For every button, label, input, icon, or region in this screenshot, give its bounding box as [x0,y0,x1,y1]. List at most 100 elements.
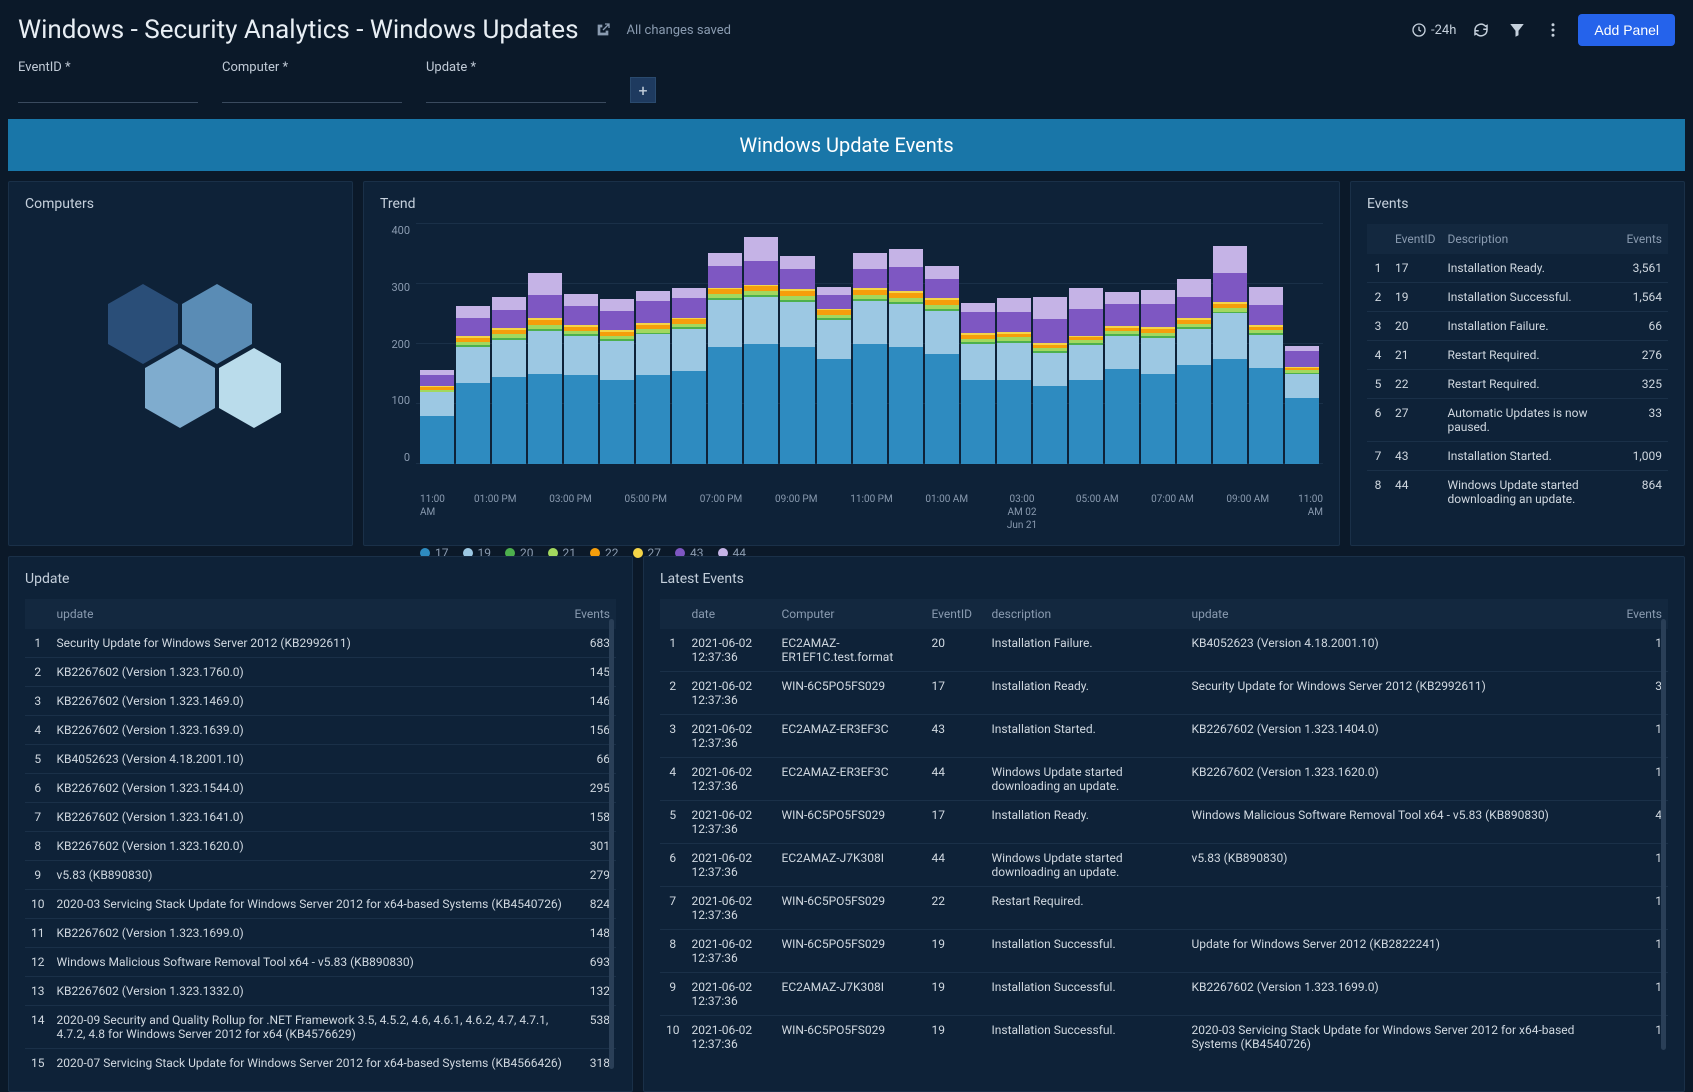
latest-events-table[interactable]: dateComputerEventIDdescriptionupdateEven… [660,599,1668,1058]
latest-events-panel: Latest Events dateComputerEventIDdescrip… [643,556,1685,1092]
scrollbar[interactable] [609,619,614,1069]
table-row[interactable]: 102021-06-02 12:37:36WIN-6C5PO5FS02919In… [660,1016,1668,1059]
chart-bar[interactable] [708,253,742,464]
computers-panel: Computers [8,181,353,546]
chart-bar[interactable] [1177,279,1211,464]
panel-title-latest: Latest Events [660,571,1668,587]
chart-bar[interactable] [780,256,814,464]
chart-bar[interactable] [672,288,706,464]
table-row[interactable]: 1Security Update for Windows Server 2012… [25,629,616,658]
chart-bar[interactable] [528,273,562,464]
add-filter-button[interactable]: + [630,77,656,103]
update-table[interactable]: updateEvents1Security Update for Windows… [25,599,616,1077]
x-axis-label: 01:00 PM [458,493,533,532]
table-row[interactable]: 627Automatic Updates is now paused.33 [1367,399,1668,442]
time-range-selector[interactable]: -24h [1411,22,1456,38]
table-row[interactable]: 844Windows Update started downloading an… [1367,471,1668,514]
filter-update-label: Update * [426,60,606,75]
refresh-icon[interactable] [1470,19,1492,41]
chart-bar[interactable] [1249,287,1283,464]
chart-bar[interactable] [997,298,1031,464]
x-axis-label: 11:00 AM [420,493,458,532]
trend-chart[interactable]: 4003002001000 [380,224,1323,489]
table-row[interactable]: 743Installation Started.1,009 [1367,442,1668,471]
chart-bar[interactable] [456,306,490,464]
x-axis-label: 09:00 PM [759,493,834,532]
chart-bar[interactable] [564,294,598,464]
hexbin-chart[interactable] [25,224,336,484]
chart-bar[interactable] [1033,297,1067,464]
table-row[interactable]: 5KB4052623 (Version 4.18.2001.10)66 [25,745,616,774]
filter-eventid-input[interactable] [18,79,198,103]
trend-panel: Trend 4003002001000 11:00 AM01:00 PM03:0… [363,181,1340,546]
x-axis-label: 11:00 PM [834,493,909,532]
chart-bar[interactable] [744,237,778,464]
popout-icon[interactable] [591,18,615,42]
x-axis-label: 05:00 PM [608,493,683,532]
x-axis-label: 09:00 AM [1210,493,1285,532]
table-row[interactable]: 152020-07 Servicing Stack Update for Win… [25,1049,616,1078]
table-row[interactable]: 9v5.83 (KB890830)279 [25,861,616,890]
table-row[interactable]: 82021-06-02 12:37:36WIN-6C5PO5FS02919Ins… [660,930,1668,973]
filter-update-input[interactable] [426,79,606,103]
filter-computer-label: Computer * [222,60,402,75]
table-row[interactable]: 8KB2267602 (Version 1.323.1620.0)301 [25,832,616,861]
chart-bar[interactable] [492,297,526,464]
table-row[interactable]: 117Installation Ready.3,561 [1367,254,1668,283]
section-banner: Windows Update Events [8,119,1685,171]
add-panel-button[interactable]: Add Panel [1578,14,1675,46]
table-row[interactable]: 421Restart Required.276 [1367,341,1668,370]
chart-bar[interactable] [1285,346,1319,464]
events-summary-table[interactable]: EventIDDescriptionEvents117Installation … [1367,224,1668,513]
x-axis-label: 05:00 AM [1060,493,1135,532]
table-row[interactable]: 12021-06-02 12:37:36EC2AMAZ-ER1EF1C.test… [660,629,1668,672]
table-row[interactable]: 3KB2267602 (Version 1.323.1469.0)146 [25,687,616,716]
chart-bar[interactable] [1069,288,1103,464]
filter-icon[interactable] [1506,19,1528,41]
more-icon[interactable] [1542,19,1564,41]
x-axis-label: 01:00 AM [909,493,984,532]
panel-title-update: Update [25,571,616,587]
table-row[interactable]: 72021-06-02 12:37:36WIN-6C5PO5FS02922Res… [660,887,1668,930]
chart-bar[interactable] [961,303,995,464]
chart-bar[interactable] [636,291,670,464]
table-row[interactable]: 320Installation Failure.66 [1367,312,1668,341]
chart-bar[interactable] [853,253,887,464]
table-row[interactable]: 42021-06-02 12:37:36EC2AMAZ-ER3EF3C44Win… [660,758,1668,801]
table-row[interactable]: 219Installation Successful.1,564 [1367,283,1668,312]
table-row[interactable]: 12Windows Malicious Software Removal Too… [25,948,616,977]
panel-title-trend: Trend [380,196,1323,212]
table-row[interactable]: 102020-03 Servicing Stack Update for Win… [25,890,616,919]
x-axis-label: 03:00 PM [533,493,608,532]
scrollbar[interactable] [1661,619,1666,1050]
table-row[interactable]: 52021-06-02 12:37:36WIN-6C5PO5FS02917Ins… [660,801,1668,844]
filter-eventid-label: EventID * [18,60,198,75]
table-row[interactable]: 62021-06-02 12:37:36EC2AMAZ-J7K308I44Win… [660,844,1668,887]
table-row[interactable]: 22021-06-02 12:37:36WIN-6C5PO5FS02917Ins… [660,672,1668,715]
clock-icon [1411,22,1427,38]
chart-bar[interactable] [889,249,923,464]
table-row[interactable]: 522Restart Required.325 [1367,370,1668,399]
chart-bar[interactable] [1213,246,1247,464]
chart-bar[interactable] [1105,292,1139,464]
panel-title-computers: Computers [25,196,336,212]
table-row[interactable]: 6KB2267602 (Version 1.323.1544.0)295 [25,774,616,803]
filter-computer-input[interactable] [222,79,402,103]
chart-bar[interactable] [420,370,454,464]
table-row[interactable]: 92021-06-02 12:37:36EC2AMAZ-J7K308I19Ins… [660,973,1668,1016]
table-row[interactable]: 32021-06-02 12:37:36EC2AMAZ-ER3EF3C43Ins… [660,715,1668,758]
page-title: Windows - Security Analytics - Windows U… [18,15,579,45]
table-row[interactable]: 142020-09 Security and Quality Rollup fo… [25,1006,616,1049]
save-status: All changes saved [627,23,732,38]
legend-dot-icon [633,548,643,558]
table-row[interactable]: 13KB2267602 (Version 1.323.1332.0)132 [25,977,616,1006]
table-row[interactable]: 4KB2267602 (Version 1.323.1639.0)156 [25,716,616,745]
chart-bar[interactable] [600,299,634,464]
table-row[interactable]: 2KB2267602 (Version 1.323.1760.0)145 [25,658,616,687]
chart-bar[interactable] [925,266,959,464]
table-row[interactable]: 11KB2267602 (Version 1.323.1699.0)148 [25,919,616,948]
chart-bar[interactable] [1141,290,1175,464]
table-row[interactable]: 7KB2267602 (Version 1.323.1641.0)158 [25,803,616,832]
events-summary-panel: Events EventIDDescriptionEvents117Instal… [1350,181,1685,546]
chart-bar[interactable] [817,287,851,464]
